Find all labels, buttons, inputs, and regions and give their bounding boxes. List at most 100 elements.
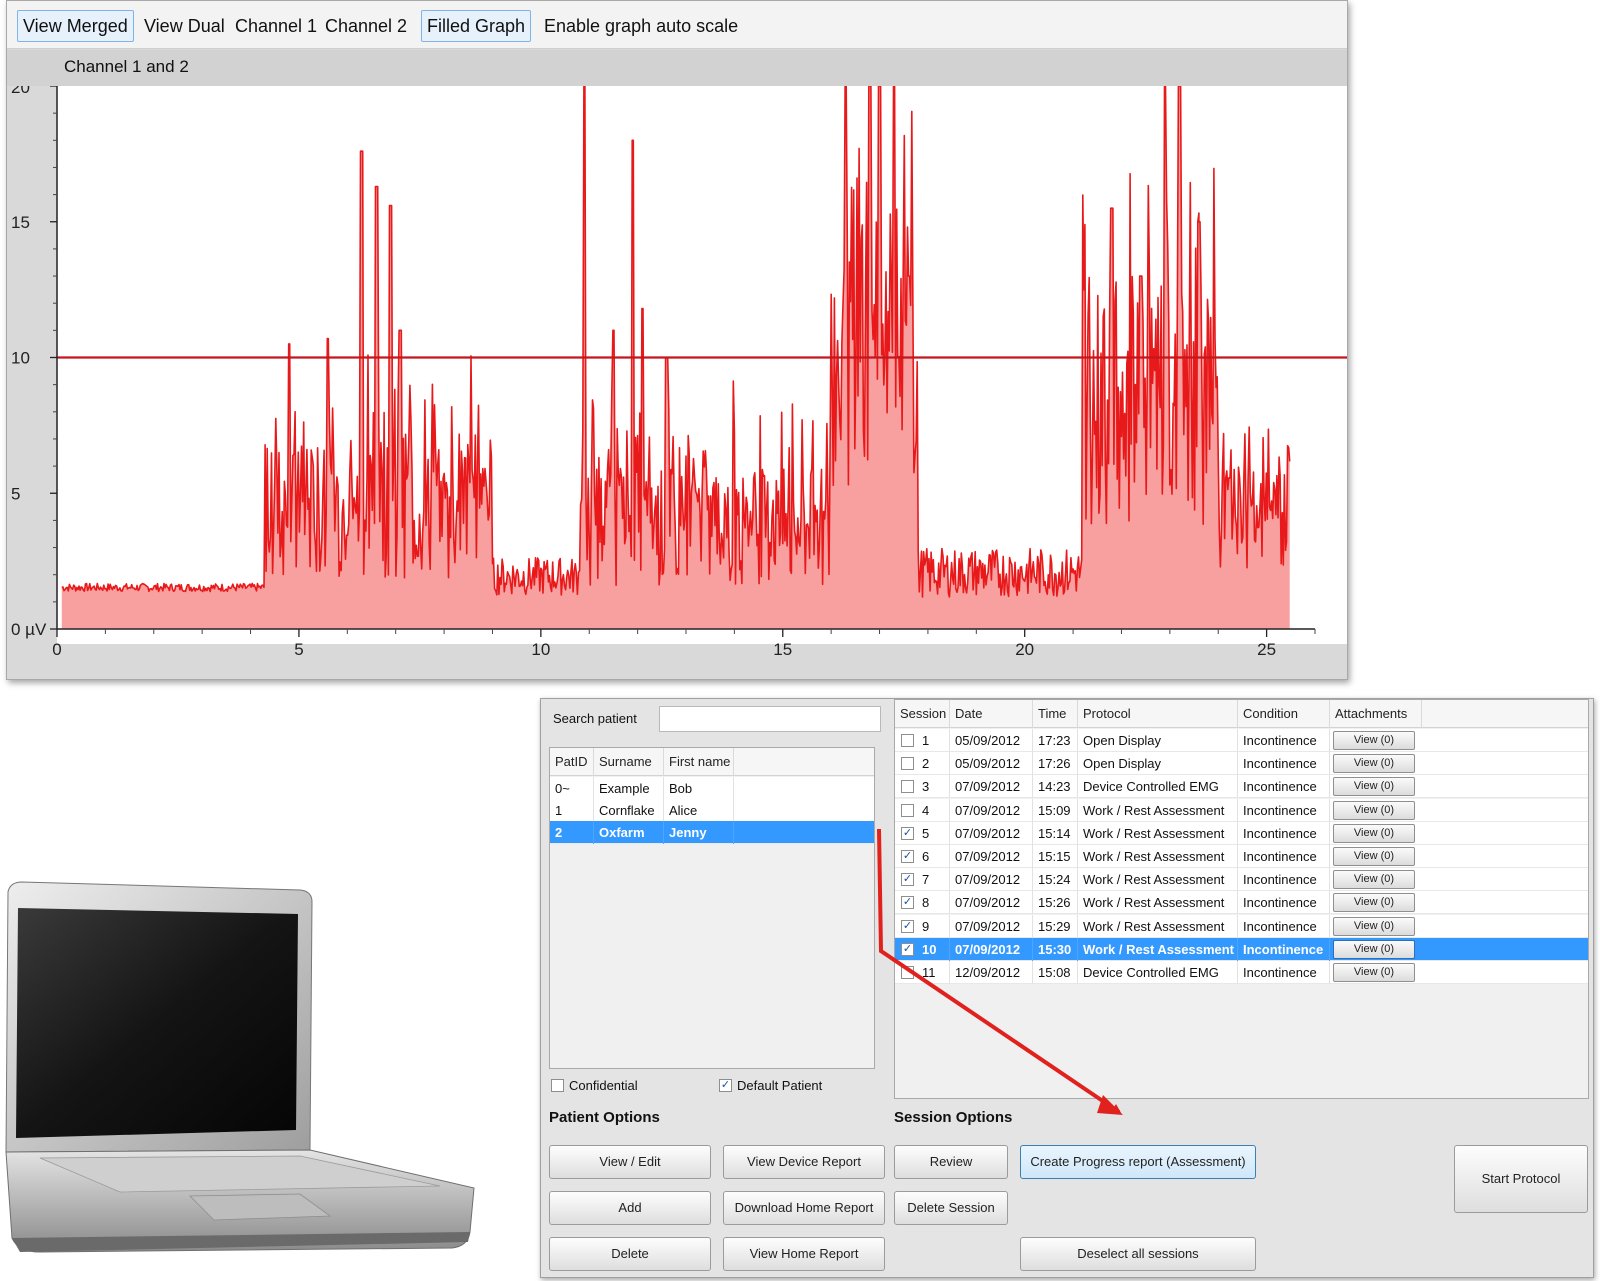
session-row[interactable]: ✓ 10 07/09/2012 15:30 Work / Rest Assessment… [895, 937, 1588, 961]
session-cell-date: 07/09/2012 [950, 868, 1033, 892]
session-cell-time: 14:23 [1033, 775, 1078, 799]
view-attachments-button[interactable]: View (0) [1333, 777, 1415, 797]
col-surname[interactable]: Surname [594, 748, 664, 776]
session-row[interactable]: ✓ 9 07/09/2012 15:29 Work / Rest Assessment I… [895, 914, 1588, 938]
filled-graph-button[interactable]: Filled Graph [421, 10, 532, 42]
session-cell-condition: Incontinence [1238, 798, 1330, 822]
session-cell-protocol: Work / Rest Assessment [1078, 845, 1238, 868]
view-home-report-button[interactable]: View Home Report [723, 1237, 885, 1271]
view-attachments-button[interactable]: View (0) [1333, 893, 1415, 913]
session-cell-protocol: Work / Rest Assessment [1078, 891, 1238, 915]
col-session[interactable]: Session [895, 700, 950, 728]
patient-cell-patid: 0~ [550, 777, 594, 800]
session-row[interactable]: ✓ 8 07/09/2012 15:26 Work / Rest Assessment I… [895, 891, 1588, 915]
view-attachments-button[interactable]: View (0) [1333, 823, 1415, 843]
laptop-image [5, 881, 475, 1253]
col-time[interactable]: Time [1033, 700, 1078, 728]
y-tick-label: 5 [11, 484, 20, 503]
col-attachments[interactable]: Attachments [1330, 700, 1422, 728]
delete-session-button[interactable]: Delete Session [894, 1191, 1008, 1225]
session-row[interactable]: 2 05/09/2012 17:26 Open Display Incontinence… [895, 752, 1588, 776]
session-cell-time: 15:15 [1033, 845, 1078, 868]
session-checkbox[interactable] [901, 734, 914, 747]
session-checkbox[interactable] [901, 757, 914, 771]
session-cell-number: 7 [917, 868, 950, 892]
session-checkbox[interactable]: ✓ [901, 942, 914, 956]
x-tick-label: 20 [1015, 640, 1034, 659]
session-cell-date: 05/09/2012 [950, 729, 1033, 752]
add-patient-button[interactable]: Add [549, 1191, 711, 1225]
view-attachments-button[interactable]: View (0) [1333, 963, 1415, 982]
channel-2-button[interactable]: Channel 2 [319, 10, 413, 42]
session-list[interactable]: Session Date Time Protocol Condition Att… [894, 699, 1589, 1099]
session-row[interactable]: 3 07/09/2012 14:23 Device Controlled EMG Inc… [895, 775, 1588, 799]
download-home-report-button[interactable]: Download Home Report [723, 1191, 885, 1225]
session-cell-date: 07/09/2012 [950, 845, 1033, 868]
session-row[interactable]: 1 05/09/2012 17:23 Open Display Incontinence… [895, 729, 1588, 752]
view-dual-button[interactable]: View Dual [138, 10, 231, 42]
default-patient-label: Default Patient [737, 1078, 823, 1093]
session-checkbox[interactable]: ✓ [901, 896, 914, 910]
session-checkbox[interactable]: ✓ [901, 850, 914, 863]
view-attachments-button[interactable]: View (0) [1333, 800, 1415, 820]
patient-list[interactable]: PatID Surname First name 0~ Example Bob 1 Co… [549, 747, 875, 1069]
col-first-name[interactable]: First name [664, 748, 734, 776]
col-patid[interactable]: PatID [550, 748, 594, 776]
session-cell-number: 11 [917, 961, 950, 984]
deselect-all-sessions-button[interactable]: Deselect all sessions [1020, 1237, 1256, 1271]
view-attachments-button[interactable]: View (0) [1333, 939, 1415, 959]
view-attachments-button[interactable]: View (0) [1333, 754, 1415, 774]
session-row[interactable]: ✓ 6 07/09/2012 15:15 Work / Rest Assessment I… [895, 845, 1588, 868]
session-row[interactable]: 4 07/09/2012 15:09 Work / Rest Assessment In… [895, 798, 1588, 822]
delete-patient-button[interactable]: Delete [549, 1237, 711, 1271]
view-attachments-button[interactable]: View (0) [1333, 916, 1415, 936]
patient-row[interactable]: 1 Cornflake Alice [550, 799, 874, 822]
default-patient-checkbox[interactable]: ✓ [719, 1079, 732, 1092]
patient-row[interactable]: 2 Oxfarm Jenny [550, 821, 874, 844]
session-cell-protocol: Work / Rest Assessment [1078, 821, 1238, 845]
session-cell-protocol: Open Display [1078, 729, 1238, 752]
view-edit-button[interactable]: View / Edit [549, 1145, 711, 1179]
y-tick-label: 0 µV [11, 620, 47, 639]
patient-cell-patid: 2 [550, 821, 594, 844]
review-button[interactable]: Review [894, 1145, 1008, 1179]
confidential-checkbox[interactable] [551, 1079, 564, 1092]
x-tick-label: 5 [294, 640, 303, 659]
session-checkbox[interactable] [901, 780, 914, 794]
session-checkbox[interactable] [901, 966, 914, 979]
view-attachments-button[interactable]: View (0) [1333, 731, 1415, 750]
session-cell-time: 15:26 [1033, 891, 1078, 915]
session-cell-condition: Incontinence [1238, 914, 1330, 938]
col-date[interactable]: Date [950, 700, 1033, 728]
session-cell-time: 15:14 [1033, 821, 1078, 845]
session-row[interactable]: 11 12/09/2012 15:08 Device Controlled EMG In… [895, 961, 1588, 984]
view-merged-button[interactable]: View Merged [17, 10, 134, 42]
session-row[interactable]: ✓ 7 07/09/2012 15:24 Work / Rest Assessment I… [895, 868, 1588, 892]
session-cell-date: 07/09/2012 [950, 821, 1033, 845]
y-tick-label: 10 [11, 349, 30, 368]
search-patient-input[interactable] [659, 706, 881, 732]
auto-scale-toggle[interactable]: Enable graph auto scale [538, 10, 744, 42]
view-attachments-button[interactable]: View (0) [1333, 847, 1415, 866]
patient-cell-surname: Oxfarm [594, 821, 664, 844]
channel-1-button[interactable]: Channel 1 [229, 10, 323, 42]
session-cell-condition: Incontinence [1238, 752, 1330, 776]
session-checkbox[interactable]: ✓ [901, 873, 914, 887]
col-condition[interactable]: Condition [1238, 700, 1330, 728]
graph-window: View Merged View Dual Channel 1 Channel … [6, 0, 1348, 680]
session-row[interactable]: ✓ 5 07/09/2012 15:14 Work / Rest Assessment I… [895, 821, 1588, 845]
session-cell-date: 07/09/2012 [950, 775, 1033, 799]
view-device-report-button[interactable]: View Device Report [723, 1145, 885, 1179]
session-checkbox[interactable]: ✓ [901, 919, 914, 933]
session-checkbox[interactable] [901, 803, 914, 817]
session-cell-condition: Incontinence [1238, 845, 1330, 868]
col-protocol[interactable]: Protocol [1078, 700, 1238, 728]
create-progress-report-button[interactable]: Create Progress report (Assessment) [1020, 1145, 1256, 1179]
session-cell-date: 05/09/2012 [950, 752, 1033, 776]
start-protocol-button[interactable]: Start Protocol [1454, 1145, 1588, 1213]
session-cell-protocol: Device Controlled EMG [1078, 775, 1238, 799]
x-tick-label: 10 [531, 640, 550, 659]
patient-row[interactable]: 0~ Example Bob [550, 777, 874, 800]
session-checkbox[interactable]: ✓ [901, 826, 914, 840]
view-attachments-button[interactable]: View (0) [1333, 870, 1415, 890]
